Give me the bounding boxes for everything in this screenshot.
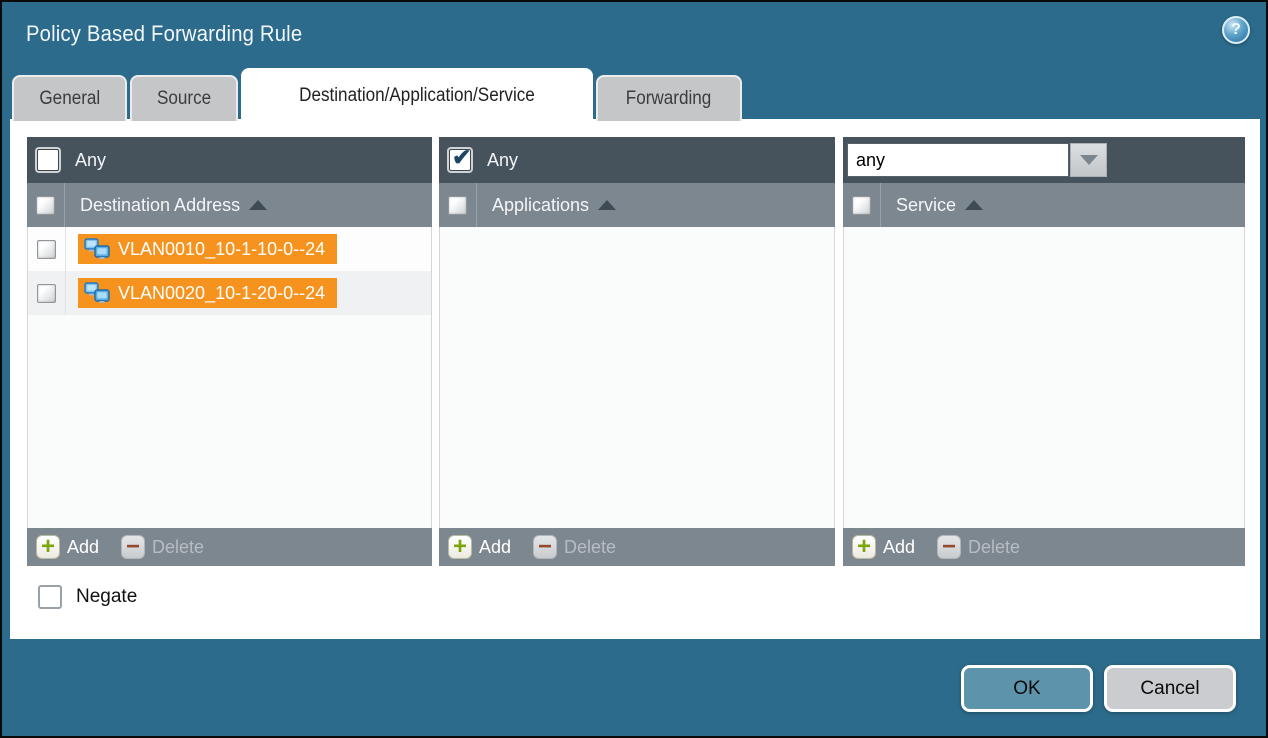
row-checkbox-cell: [28, 227, 66, 271]
destination-header-label[interactable]: Destination Address: [80, 195, 240, 216]
delete-button-label: Delete: [152, 537, 204, 558]
minus-icon: −: [533, 535, 557, 559]
service-list: [843, 227, 1245, 528]
applications-any-label: Any: [487, 150, 518, 171]
tab-source-label: Source: [157, 88, 211, 110]
applications-any-checkbox[interactable]: [449, 149, 471, 171]
cancel-button[interactable]: Cancel: [1104, 665, 1236, 712]
tab-forwarding-label: Forwarding: [626, 88, 712, 110]
sort-ascending-icon[interactable]: [598, 200, 616, 210]
delete-button-label: Delete: [564, 537, 616, 558]
add-application-button[interactable]: + Add: [448, 535, 511, 559]
row-checkbox[interactable]: [37, 240, 56, 259]
chevron-down-icon: [1080, 155, 1098, 165]
destination-any-label: Any: [75, 150, 106, 171]
destination-header-checkbox-cell: [27, 183, 65, 227]
add-button-label: Add: [883, 537, 915, 558]
tab-das-label: Destination/Application/Service: [299, 85, 535, 107]
row-checkbox-cell: [28, 271, 66, 315]
add-service-button[interactable]: + Add: [852, 535, 915, 559]
sort-ascending-icon[interactable]: [965, 200, 983, 210]
destination-footer: + Add − Delete: [27, 528, 432, 566]
negate-checkbox[interactable]: [38, 585, 62, 609]
service-header-label[interactable]: Service: [896, 195, 956, 216]
destination-list: VLAN0010_10-1-10-0--24: [27, 227, 432, 528]
service-dropdown-bar: [843, 137, 1245, 183]
tab-bar: General Source Destination/Application/S…: [12, 68, 742, 121]
plus-icon: +: [36, 535, 60, 559]
applications-column-header: Applications: [439, 183, 835, 227]
network-address-icon: [84, 282, 110, 304]
service-type-combo: [847, 143, 1107, 177]
row-checkbox[interactable]: [37, 284, 56, 303]
applications-select-all-checkbox[interactable]: [448, 196, 467, 215]
add-button-label: Add: [479, 537, 511, 558]
table-row[interactable]: VLAN0020_10-1-20-0--24: [28, 271, 431, 315]
dialog-title: Policy Based Forwarding Rule: [26, 21, 302, 47]
policy-based-forwarding-dialog: Policy Based Forwarding Rule ? General S…: [0, 0, 1268, 738]
add-destination-button[interactable]: + Add: [36, 535, 99, 559]
delete-destination-button[interactable]: − Delete: [121, 535, 204, 559]
tab-forwarding[interactable]: Forwarding: [596, 75, 742, 121]
destination-any-bar: Any: [27, 137, 432, 183]
applications-list: [439, 227, 835, 528]
plus-icon: +: [852, 535, 876, 559]
ok-button[interactable]: OK: [961, 665, 1093, 712]
destination-column-header: Destination Address: [27, 183, 432, 227]
dialog-titlebar: Policy Based Forwarding Rule ?: [2, 2, 1266, 66]
network-address-icon: [84, 238, 110, 260]
applications-any-bar: Any: [439, 137, 835, 183]
applications-panel: Any Applications + Add −: [439, 137, 835, 566]
service-select-all-checkbox[interactable]: [852, 196, 871, 215]
service-column-header: Service: [843, 183, 1245, 227]
negate-row: Negate: [38, 585, 137, 609]
delete-service-button[interactable]: − Delete: [937, 535, 1020, 559]
negate-label: Negate: [76, 586, 137, 608]
applications-header-label[interactable]: Applications: [492, 195, 589, 216]
help-icon[interactable]: ?: [1222, 16, 1250, 44]
destination-select-all-checkbox[interactable]: [36, 196, 55, 215]
address-object-name: VLAN0010_10-1-10-0--24: [118, 239, 325, 260]
dialog-actions: OK Cancel: [961, 665, 1236, 712]
address-object-chip[interactable]: VLAN0010_10-1-10-0--24: [78, 234, 337, 264]
applications-footer: + Add − Delete: [439, 528, 835, 566]
sort-ascending-icon[interactable]: [249, 200, 267, 210]
delete-application-button[interactable]: − Delete: [533, 535, 616, 559]
tab-source[interactable]: Source: [130, 75, 238, 121]
table-row[interactable]: VLAN0010_10-1-10-0--24: [28, 227, 431, 271]
minus-icon: −: [121, 535, 145, 559]
tab-general[interactable]: General: [12, 75, 127, 121]
add-button-label: Add: [67, 537, 99, 558]
delete-button-label: Delete: [968, 537, 1020, 558]
service-footer: + Add − Delete: [843, 528, 1245, 566]
service-dropdown-button[interactable]: [1070, 143, 1107, 177]
columns-container: Any Destination Address: [27, 137, 1245, 566]
minus-icon: −: [937, 535, 961, 559]
address-object-name: VLAN0020_10-1-20-0--24: [118, 283, 325, 304]
plus-icon: +: [448, 535, 472, 559]
service-type-input[interactable]: [847, 143, 1069, 177]
tab-content-panel: Any Destination Address: [10, 119, 1260, 639]
address-object-chip[interactable]: VLAN0020_10-1-20-0--24: [78, 278, 337, 308]
tab-destination-application-service[interactable]: Destination/Application/Service: [241, 68, 593, 121]
service-header-checkbox-cell: [843, 183, 881, 227]
service-panel: Service + Add − Delete: [843, 137, 1245, 566]
applications-header-checkbox-cell: [439, 183, 477, 227]
destination-any-checkbox[interactable]: [37, 149, 59, 171]
destination-address-panel: Any Destination Address: [27, 137, 432, 566]
tab-general-label: General: [39, 88, 100, 110]
